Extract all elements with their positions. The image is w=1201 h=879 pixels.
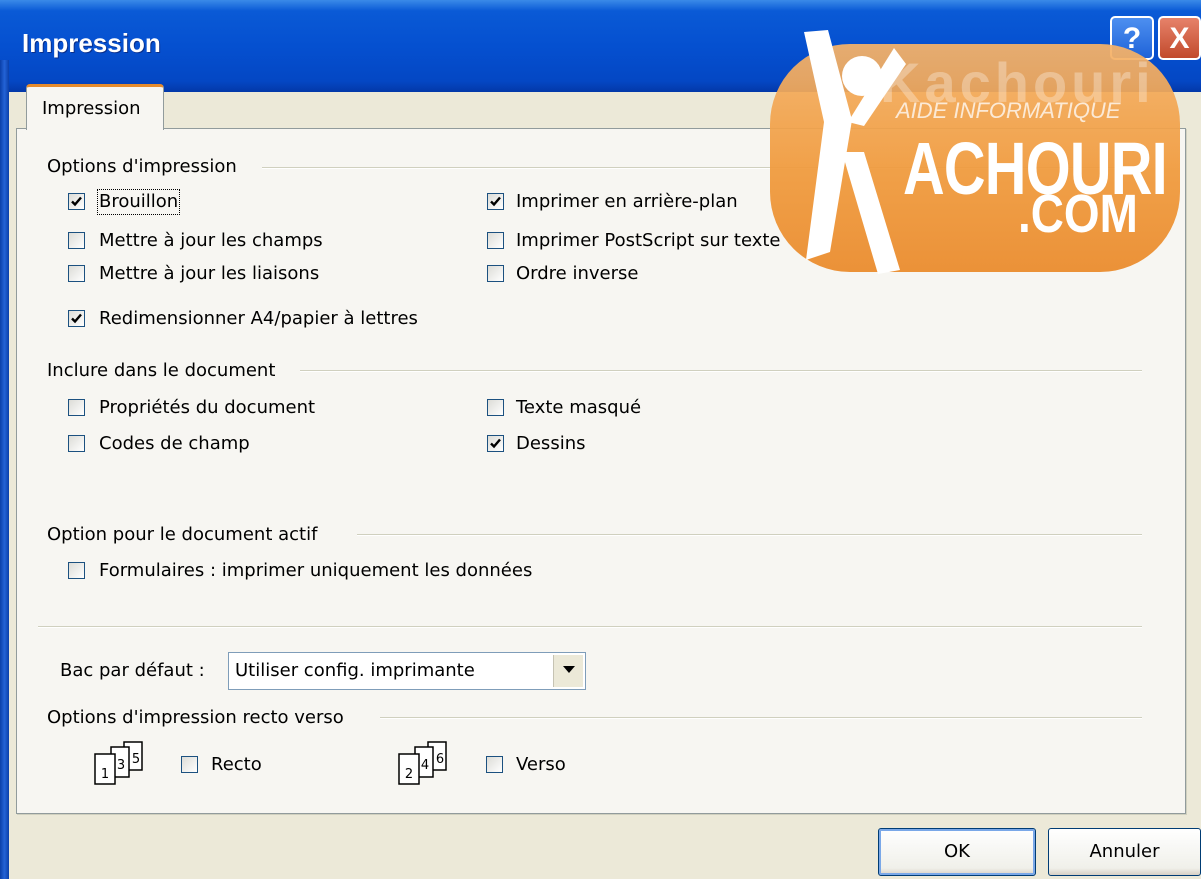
update-fields-label: Mettre à jour les champs [99,230,323,251]
window-frame-left [0,60,9,879]
drawings-label: Dessins [516,433,586,454]
postscript-checkbox[interactable] [487,232,504,249]
checkmark-icon [71,313,82,324]
verso-label: Verso [516,754,566,775]
verso-checkbox[interactable] [486,756,503,773]
active-doc-heading: Option pour le document actif [47,524,318,545]
checkmark-icon [490,196,501,207]
recto-icon-digit-5: 5 [132,752,140,767]
background-print-checkbox[interactable] [487,193,504,210]
chevron-down-icon [563,666,575,673]
print-dialog: Impression ? X Impression Options d'impr… [0,0,1201,879]
close-button[interactable]: X [1158,16,1201,60]
cancel-button[interactable]: Annuler [1048,828,1201,876]
verso-icon-digit-6: 6 [436,752,444,767]
duplex-heading: Options d'impression recto verso [47,707,344,728]
reverse-order-label: Ordre inverse [516,263,639,284]
checkmark-icon [71,196,82,207]
recto-icon-digit-3: 3 [117,758,125,773]
window-title: Impression [22,28,161,58]
watermark-subtitle: AIDE INFORMATIQUE [896,98,1121,123]
recto-icon-digit-1: 1 [101,767,109,782]
duplex-divider [380,717,1142,719]
tray-divider [38,626,1142,628]
draft-checkbox[interactable] [68,193,85,210]
watermark-figure-icon [804,30,906,274]
recto-pages-icon: 5 3 1 [94,741,143,785]
verso-icon-digit-2: 2 [405,767,413,782]
drawings-checkbox[interactable] [487,435,504,452]
resize-a4-label: Redimensionner A4/papier à lettres [99,308,418,329]
hidden-text-label: Texte masqué [516,397,642,418]
verso-pages-icon: 6 4 2 [398,741,447,785]
reverse-order-checkbox[interactable] [487,265,504,282]
tray-label: Bac par défaut : [60,660,205,681]
tray-select-dropdown-button[interactable] [553,655,583,687]
update-links-label: Mettre à jour les liaisons [99,263,320,284]
tray-select-value: Utiliser config. imprimante [235,660,475,681]
print-options-heading: Options d'impression [47,156,237,177]
tab-impression-label: Impression [42,98,141,119]
update-links-checkbox[interactable] [68,265,85,282]
checkmark-icon [490,438,501,449]
hidden-text-checkbox[interactable] [487,399,504,416]
recto-checkbox[interactable] [181,756,198,773]
doc-properties-label: Propriétés du document [99,397,316,418]
field-codes-checkbox[interactable] [68,435,85,452]
watermark-suffix-text: .COM [1018,184,1138,244]
postscript-label: Imprimer PostScript sur texte [516,230,781,251]
ok-button[interactable]: OK [878,828,1036,876]
include-heading: Inclure dans le document [47,360,276,381]
forms-data-label: Formulaires : imprimer uniquement les do… [99,560,533,581]
field-codes-label: Codes de champ [99,433,250,454]
active-doc-divider [357,534,1142,536]
draft-label: Brouillon [96,189,181,215]
doc-properties-checkbox[interactable] [68,399,85,416]
resize-a4-checkbox[interactable] [68,310,85,327]
include-divider [300,370,1142,372]
tray-select[interactable]: Utiliser config. imprimante [228,652,586,690]
update-fields-checkbox[interactable] [68,232,85,249]
verso-icon-digit-4: 4 [421,758,429,773]
recto-label: Recto [211,754,262,775]
background-print-label: Imprimer en arrière-plan [516,191,738,212]
forms-data-checkbox[interactable] [68,562,85,579]
